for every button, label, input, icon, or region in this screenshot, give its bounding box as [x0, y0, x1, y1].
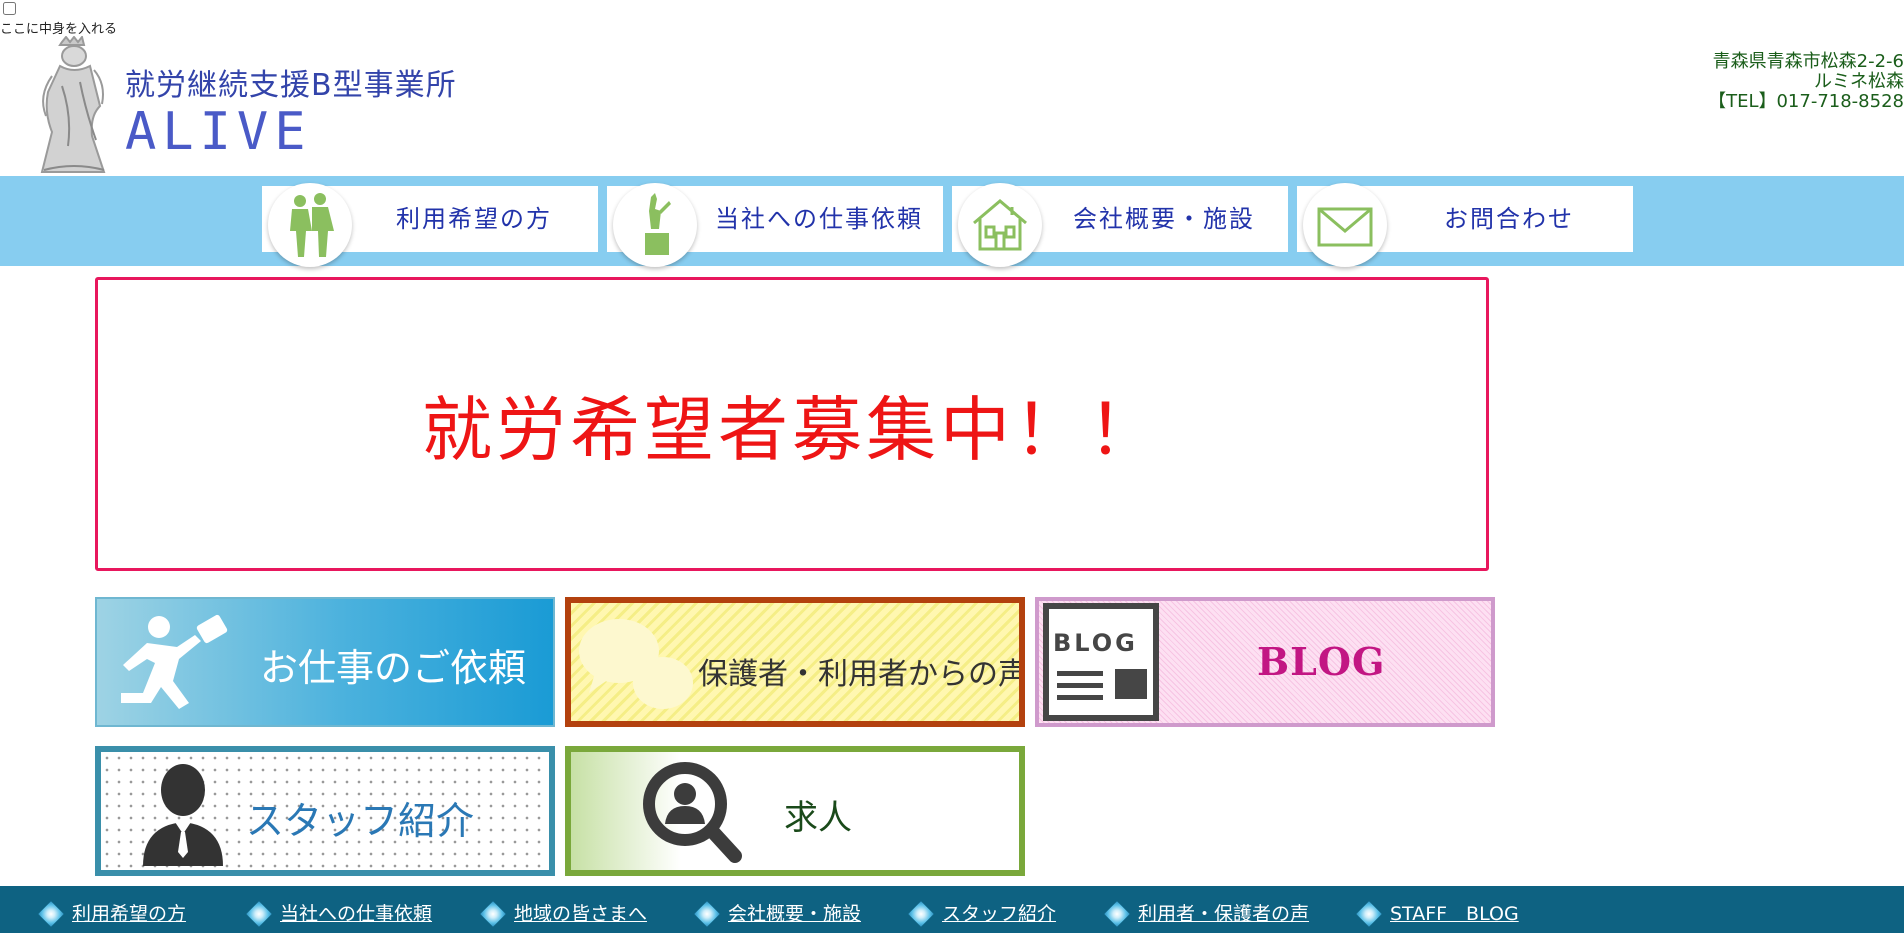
- diamond-bullet-icon: [38, 901, 64, 927]
- tile-label: BLOG: [1257, 639, 1386, 684]
- footer-link-voices[interactable]: 利用者・保護者の声: [1104, 901, 1310, 931]
- diamond-bullet-icon: [246, 901, 272, 927]
- footer-link-blog[interactable]: STAFF BLOG: [1356, 901, 1519, 931]
- footer-link-community[interactable]: 地域の皆さまへ: [480, 901, 648, 931]
- footer-link-label: 会社概要・施設: [728, 903, 862, 925]
- menu-toggle-checkbox[interactable]: [3, 2, 16, 15]
- diamond-bullet-icon: [480, 901, 506, 927]
- top-bar: ここに中身を入れる: [0, 0, 117, 37]
- footer-link-label: 利用者・保護者の声: [1138, 903, 1310, 925]
- footer-nav: 利用希望の方 当社への仕事依頼 地域の皆さまへ 会社概要・施設 スタッフ紹介 利…: [0, 886, 1904, 933]
- address-block: 青森県青森市松森2-2-6 ルミネ松森 【TEL】017-718-8528: [1708, 52, 1904, 112]
- footer-link-company[interactable]: 会社概要・施設: [694, 901, 862, 931]
- tile-blog[interactable]: BLOG BLOG: [1035, 597, 1495, 727]
- tile-work-request[interactable]: お仕事のご依頼: [95, 597, 555, 727]
- diamond-bullet-icon: [908, 901, 934, 927]
- tile-job[interactable]: 求人: [565, 746, 1025, 876]
- nav-item-company[interactable]: 会社概要・施設: [952, 183, 1288, 267]
- staff-person-icon: [143, 764, 223, 866]
- address-tel: 【TEL】017-718-8528: [1708, 91, 1904, 112]
- nav-item-contact[interactable]: お問合わせ: [1297, 183, 1633, 267]
- footer-link-label: スタッフ紹介: [942, 903, 1057, 925]
- site-subtitle: 就労継続支援B型事業所: [125, 68, 457, 103]
- nav-item-users[interactable]: 利用希望の方: [262, 183, 598, 267]
- people-icon: [268, 183, 352, 267]
- recruitment-banner[interactable]: 就労希望者募集中！！: [95, 277, 1489, 571]
- tile-staff[interactable]: スタッフ紹介: [95, 746, 555, 876]
- placeholder-note: ここに中身を入れる: [0, 22, 118, 37]
- envelope-icon: [1303, 183, 1387, 267]
- nav-item-label: 会社概要・施設: [1073, 205, 1255, 233]
- tile-label: スタッフ紹介: [246, 799, 475, 843]
- statue-logo-icon: [22, 34, 122, 176]
- running-man-icon: [121, 614, 228, 709]
- address-line2: ルミネ松森: [1814, 71, 1904, 92]
- footer-link-work-request[interactable]: 当社への仕事依頼: [246, 901, 433, 931]
- house-icon: [958, 183, 1042, 267]
- footer-link-label: STAFF BLOG: [1390, 903, 1519, 925]
- nav-item-label: 利用希望の方: [396, 205, 552, 233]
- footer-link-label: 当社への仕事依頼: [280, 903, 433, 925]
- main-nav: 利用希望の方 当社への仕事依頼 会社概要・施設 お問合わせ: [0, 176, 1904, 267]
- blog-icon: BLOG: [1043, 603, 1159, 721]
- nav-item-label: 当社への仕事依頼: [715, 205, 923, 233]
- statue-icon: [613, 183, 697, 267]
- diamond-bullet-icon: [1104, 901, 1130, 927]
- nav-item-work-request[interactable]: 当社への仕事依頼: [607, 183, 943, 267]
- footer-link-users[interactable]: 利用希望の方: [38, 901, 187, 931]
- nav-item-label: お問合わせ: [1444, 205, 1574, 233]
- speech-bubbles-icon: [579, 619, 693, 709]
- footer-link-label: 利用希望の方: [72, 903, 187, 925]
- search-person-icon: [643, 762, 742, 863]
- address-line1: 青森県青森市松森2-2-6: [1712, 51, 1904, 72]
- tile-label: 保護者・利用者からの声: [698, 657, 1025, 692]
- footer-link-label: 地域の皆さまへ: [514, 903, 648, 925]
- tile-label: 求人: [784, 798, 852, 838]
- diamond-bullet-icon: [1356, 901, 1382, 927]
- tile-label: お仕事のご依頼: [260, 646, 527, 690]
- tile-voices[interactable]: 保護者・利用者からの声: [565, 597, 1025, 727]
- footer-link-staff[interactable]: スタッフ紹介: [908, 901, 1057, 931]
- diamond-bullet-icon: [694, 901, 720, 927]
- site-name-logo[interactable]: ALIVE: [125, 102, 312, 162]
- banner-text: 就労希望者募集中！！: [422, 388, 1162, 471]
